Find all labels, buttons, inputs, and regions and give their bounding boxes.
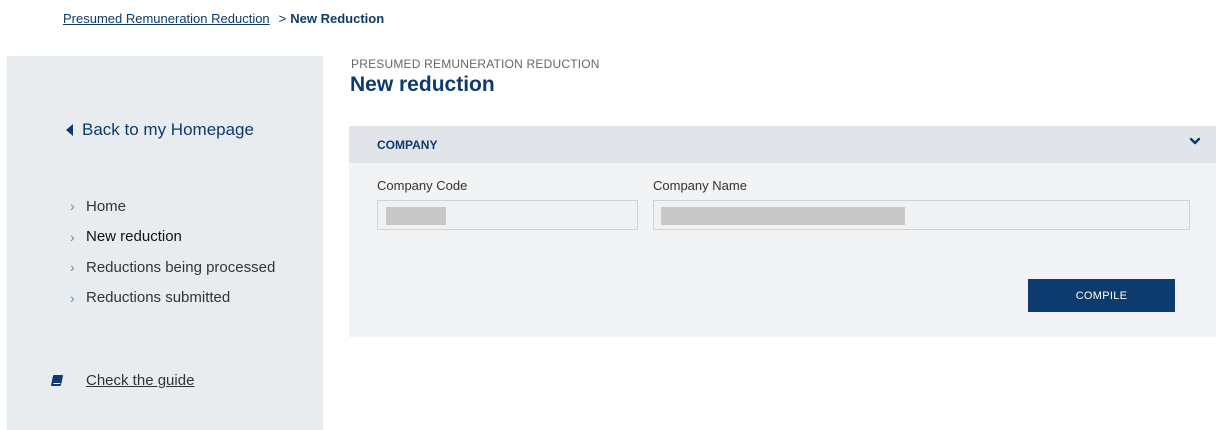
sidebar-item-reductions-being-processed[interactable]: › Reductions being processed xyxy=(70,252,275,283)
sidebar-item-label: Reductions being processed xyxy=(86,258,276,276)
sidebar-item-label: New reduction xyxy=(86,228,182,246)
back-link-label: Back to my Homepage xyxy=(82,120,254,139)
company-code-label: Company Code xyxy=(377,178,468,193)
book-icon xyxy=(50,375,64,386)
chevron-right-icon: › xyxy=(70,289,75,306)
page: Presumed Remuneration Reduction > New Re… xyxy=(0,0,1216,430)
company-panel-header[interactable]: COMPANY xyxy=(349,126,1216,163)
sidebar-item-label: Reductions submitted xyxy=(86,289,231,307)
chevron-right-icon: › xyxy=(70,228,75,245)
page-title: New reduction xyxy=(350,73,495,96)
breadcrumb: Presumed Remuneration Reduction > New Re… xyxy=(63,11,384,26)
redacted-value xyxy=(386,207,446,225)
breadcrumb-link-parent[interactable]: Presumed Remuneration Reduction xyxy=(63,11,270,26)
guide-section: Check the guide xyxy=(50,372,194,389)
breadcrumb-current: New Reduction xyxy=(290,11,385,26)
check-guide-link[interactable]: Check the guide xyxy=(86,372,194,389)
sidebar-nav: › Home › New reduction › Reductions bein… xyxy=(70,191,275,313)
section-label: PRESUMED REMUNERATION REDUCTION xyxy=(351,57,600,71)
back-to-homepage-link[interactable]: Back to my Homepage xyxy=(66,120,254,140)
chevron-right-icon: › xyxy=(70,259,75,276)
sidebar-item-reductions-submitted[interactable]: › Reductions submitted xyxy=(70,283,275,314)
panel-title: COMPANY xyxy=(377,138,438,152)
breadcrumb-separator: > xyxy=(278,11,287,26)
company-panel: COMPANY Company Code Company Name COMPIL… xyxy=(349,126,1216,337)
chevron-right-icon: › xyxy=(70,198,75,215)
caret-left-icon xyxy=(66,124,73,136)
company-name-field[interactable] xyxy=(653,200,1190,230)
sidebar-item-new-reduction[interactable]: › New reduction xyxy=(70,222,275,253)
compile-button[interactable]: COMPILE xyxy=(1028,279,1175,312)
sidebar-item-home[interactable]: › Home xyxy=(70,191,275,222)
redacted-value xyxy=(661,207,905,225)
company-code-field[interactable] xyxy=(377,200,638,230)
sidebar-item-label: Home xyxy=(86,197,127,215)
chevron-down-icon[interactable] xyxy=(1189,135,1201,147)
sidebar: Back to my Homepage › Home › New reducti… xyxy=(7,56,323,430)
company-name-label: Company Name xyxy=(653,178,747,193)
